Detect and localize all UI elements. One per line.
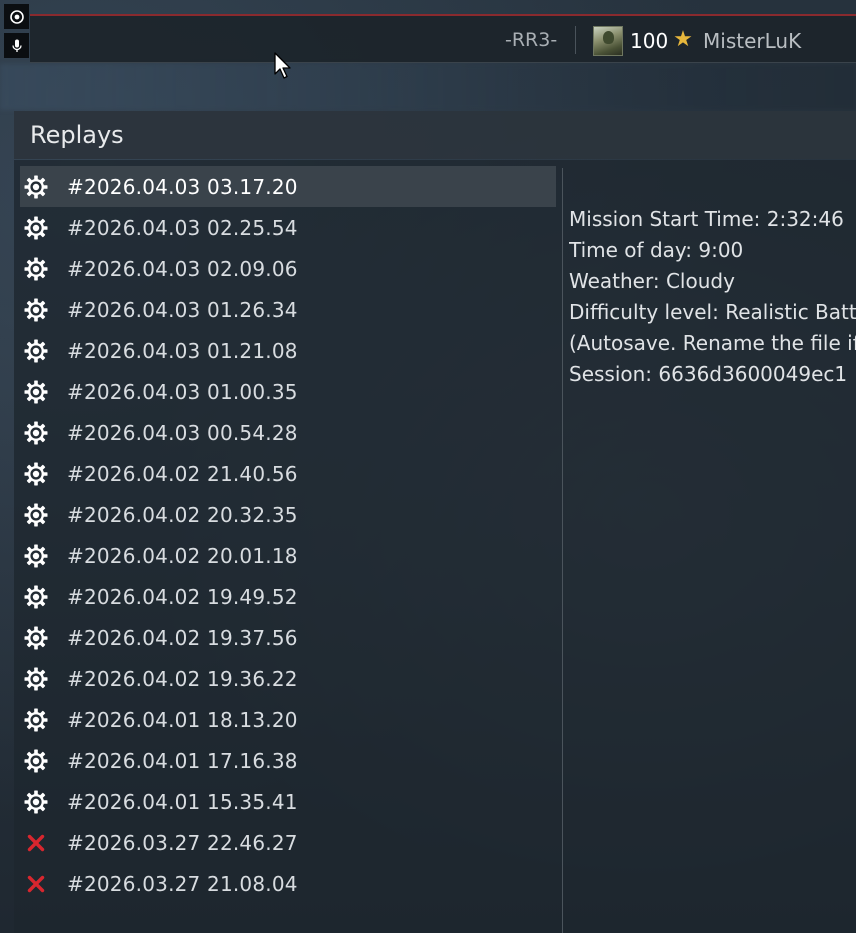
replay-label: #2026.04.03 01.00.35 [67,379,298,404]
panel-divider [562,168,563,933]
replay-label: #2026.04.03 01.26.34 [67,297,298,322]
replay-row[interactable]: #2026.04.02 19.37.56 [20,617,556,658]
replay-label: #2026.04.01 18.13.20 [67,707,298,732]
replay-label: #2026.04.01 17.16.38 [67,748,298,773]
replay-label: #2026.03.27 22.46.27 [67,830,298,855]
gear-icon [20,294,52,326]
invalid-x-icon [20,827,52,859]
gear-icon [20,581,52,613]
replay-details: Mission Start Time: 2:32:46 Time of day:… [569,204,856,390]
gear-icon [20,253,52,285]
replay-row[interactable]: #2026.04.01 18.13.20 [20,699,556,740]
replay-row[interactable]: #2026.04.02 19.36.22 [20,658,556,699]
replay-list: #2026.04.03 03.17.20 #2026.04.03 02.25.54… [20,166,556,904]
gear-icon [20,745,52,777]
replay-label: #2026.04.02 19.49.52 [67,584,298,609]
top-bar: -RR3- 100 ★ MisterLuK [30,14,856,63]
replay-label: #2026.04.02 19.36.22 [67,666,298,691]
player-avatar[interactable] [593,26,623,56]
replay-row[interactable]: #2026.04.02 20.01.18 [20,535,556,576]
settings-circle-icon[interactable] [4,4,29,29]
replay-label: #2026.04.03 02.09.06 [67,256,298,281]
clan-tag: -RR3- [505,29,558,51]
replay-label: #2026.04.02 21.40.56 [67,461,298,486]
gear-icon [20,663,52,695]
gear-icon [20,499,52,531]
replay-row[interactable]: #2026.04.02 19.49.52 [20,576,556,617]
gear-icon [20,540,52,572]
replay-label: #2026.04.03 00.54.28 [67,420,298,445]
replay-label: #2026.04.03 01.21.08 [67,338,298,363]
gear-icon [20,622,52,654]
replay-row[interactable]: #2026.04.02 21.40.56 [20,453,556,494]
replay-row[interactable]: #2026.03.27 22.46.27 [20,822,556,863]
gear-icon [20,171,52,203]
gear-icon [20,786,52,818]
replay-row[interactable]: #2026.04.03 01.00.35 [20,371,556,412]
microphone-icon[interactable] [4,33,29,58]
background-band [0,64,856,110]
replay-row[interactable]: #2026.04.03 00.54.28 [20,412,556,453]
replay-row[interactable]: #2026.04.03 01.21.08 [20,330,556,371]
replay-label: #2026.04.02 20.32.35 [67,502,298,527]
rank-star-icon: ★ [673,27,693,52]
autosave-note: (Autosave. Rename the file if you [569,331,856,355]
replay-row[interactable]: #2026.04.03 03.17.20 [20,166,556,207]
gear-icon [20,458,52,490]
replays-panel-header: Replays [14,111,856,159]
replay-label: #2026.04.03 02.25.54 [67,215,298,240]
gear-icon [20,376,52,408]
top-bar-divider [575,26,576,54]
replay-row[interactable]: #2026.04.02 20.32.35 [20,494,556,535]
gear-icon [20,212,52,244]
mouse-cursor-icon [274,52,294,84]
gear-icon [20,417,52,449]
replay-row[interactable]: #2026.04.03 02.09.06 [20,248,556,289]
weather: Weather: Cloudy [569,269,735,293]
mission-start-time: Mission Start Time: 2:32:46 [569,207,844,231]
session-id: Session: 6636d3600049ec1 [569,362,848,386]
player-username[interactable]: MisterLuK [703,29,801,53]
replay-row[interactable]: #2026.04.01 17.16.38 [20,740,556,781]
replay-row[interactable]: #2026.04.03 01.26.34 [20,289,556,330]
replay-label: #2026.04.02 20.01.18 [67,543,298,568]
replay-label: #2026.03.27 21.08.04 [67,871,298,896]
gear-icon [20,335,52,367]
gear-icon [20,704,52,736]
player-level: 100 [630,29,669,53]
replay-row[interactable]: #2026.04.03 02.25.54 [20,207,556,248]
replay-row[interactable]: #2026.04.01 15.35.41 [20,781,556,822]
time-of-day: Time of day: 9:00 [569,238,744,262]
invalid-x-icon [20,868,52,900]
replay-label: #2026.04.02 19.37.56 [67,625,298,650]
panel-title: Replays [30,121,124,149]
difficulty-level: Difficulty level: Realistic Battles [569,300,856,324]
replay-row[interactable]: #2026.03.27 21.08.04 [20,863,556,904]
replay-label: #2026.04.03 03.17.20 [67,174,298,199]
replay-label: #2026.04.01 15.35.41 [67,789,298,814]
